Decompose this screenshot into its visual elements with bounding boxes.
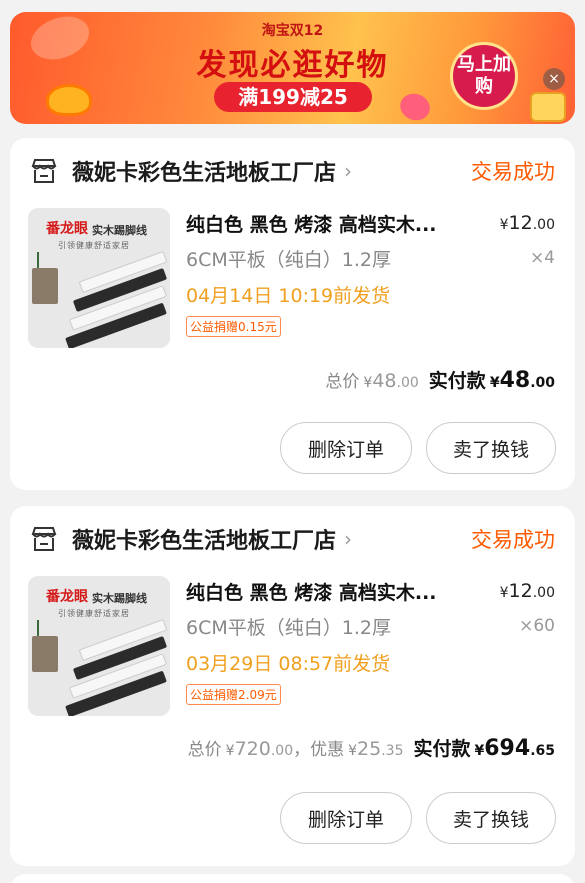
- resell-button[interactable]: 卖了换钱: [426, 792, 556, 844]
- thumb-subtitle: 实木踢脚线: [92, 224, 147, 237]
- discount-amount: 25: [357, 738, 382, 760]
- chevron-right-icon: ›: [344, 527, 353, 551]
- resell-button[interactable]: 卖了换钱: [426, 422, 556, 474]
- product-title[interactable]: 纯白色 黑色 烤漆 高档实木...: [186, 210, 437, 237]
- thumb-subtitle: 实木踢脚线: [92, 592, 147, 605]
- thumb-brand: 番龙眼: [46, 221, 88, 237]
- paid-label: 实付款: [428, 370, 486, 392]
- delete-order-button[interactable]: 删除订单: [280, 792, 412, 844]
- heart-balloon-decoration: [396, 89, 434, 124]
- banner-cta-button[interactable]: 马上加购: [450, 42, 518, 110]
- total-label: 总价: [325, 372, 360, 392]
- banner-brand: 淘宝双12: [261, 23, 324, 39]
- promo-banner[interactable]: 淘宝双12 发现必逛好物 满199减25 马上加购 ×: [10, 12, 575, 124]
- product-thumbnail[interactable]: 番龙眼 实木踢脚线 引领健康舒适家居: [28, 208, 170, 348]
- plant-decoration: [37, 620, 45, 636]
- product-spec: 6CM平板（纯白）1.2厚: [186, 249, 391, 271]
- unit-price: ¥12.00: [499, 580, 555, 602]
- thumb-brand: 番龙眼: [46, 589, 88, 605]
- thumb-tagline: 引领健康舒适家居: [58, 609, 130, 618]
- quantity: ×60: [519, 616, 555, 636]
- paid-amount: 694: [484, 736, 531, 761]
- order-total: 总价 ¥48.00 实付款 ¥48.00: [325, 368, 555, 393]
- cabinet-decoration: [32, 636, 58, 672]
- order-status: 交易成功: [471, 528, 555, 552]
- charity-badge: 公益捐赠0.15元: [186, 316, 281, 337]
- store-icon: [31, 527, 57, 551]
- paid-label: 实付款: [413, 738, 471, 760]
- product-spec: 6CM平板（纯白）1.2厚: [186, 617, 391, 639]
- paid-amount: 48: [499, 368, 531, 393]
- shop-name[interactable]: 薇妮卡彩色生活地板工厂店: [72, 523, 336, 555]
- close-icon[interactable]: ×: [543, 68, 565, 90]
- unit-price: ¥12.00: [499, 212, 555, 234]
- product-title[interactable]: 纯白色 黑色 烤漆 高档实木...: [186, 578, 437, 605]
- plant-decoration: [37, 252, 45, 268]
- mascot-decoration: [46, 84, 92, 116]
- gift-box-decoration: [530, 92, 566, 122]
- delete-order-button[interactable]: 删除订单: [280, 422, 412, 474]
- order-card[interactable]: 薇妮卡彩色生活地板工厂店 › 交易成功 番龙眼 实木踢脚线 引领健康舒适家居 纯…: [10, 138, 575, 490]
- order-status: 交易成功: [471, 160, 555, 184]
- shop-name[interactable]: 薇妮卡彩色生活地板工厂店: [72, 155, 336, 187]
- charity-badge: 公益捐赠2.09元: [186, 684, 281, 705]
- thumb-tagline: 引领健康舒适家居: [58, 241, 130, 250]
- quantity: ×4: [529, 248, 555, 268]
- total-label: 总价: [187, 740, 222, 760]
- product-thumbnail[interactable]: 番龙眼 实木踢脚线 引领健康舒适家居: [28, 576, 170, 716]
- store-icon: [31, 159, 57, 183]
- cabinet-decoration: [32, 268, 58, 304]
- order-card-partial[interactable]: [10, 874, 575, 883]
- order-total: 总价 ¥720.00 ，优惠 ¥25.35 实付款 ¥694.65: [187, 736, 555, 761]
- order-card[interactable]: 薇妮卡彩色生活地板工厂店 › 交易成功 番龙眼 实木踢脚线 引领健康舒适家居 纯…: [10, 506, 575, 866]
- banner-promo-pill: 满199减25: [214, 82, 372, 112]
- shop-header[interactable]: 薇妮卡彩色生活地板工厂店 ›: [30, 154, 352, 188]
- ship-deadline: 04月14日 10:19前发货: [186, 285, 391, 307]
- chevron-right-icon: ›: [344, 159, 353, 183]
- discount-label: ，优惠: [293, 740, 345, 760]
- shop-header[interactable]: 薇妮卡彩色生活地板工厂店 ›: [30, 522, 352, 556]
- ship-deadline: 03月29日 08:57前发货: [186, 653, 391, 675]
